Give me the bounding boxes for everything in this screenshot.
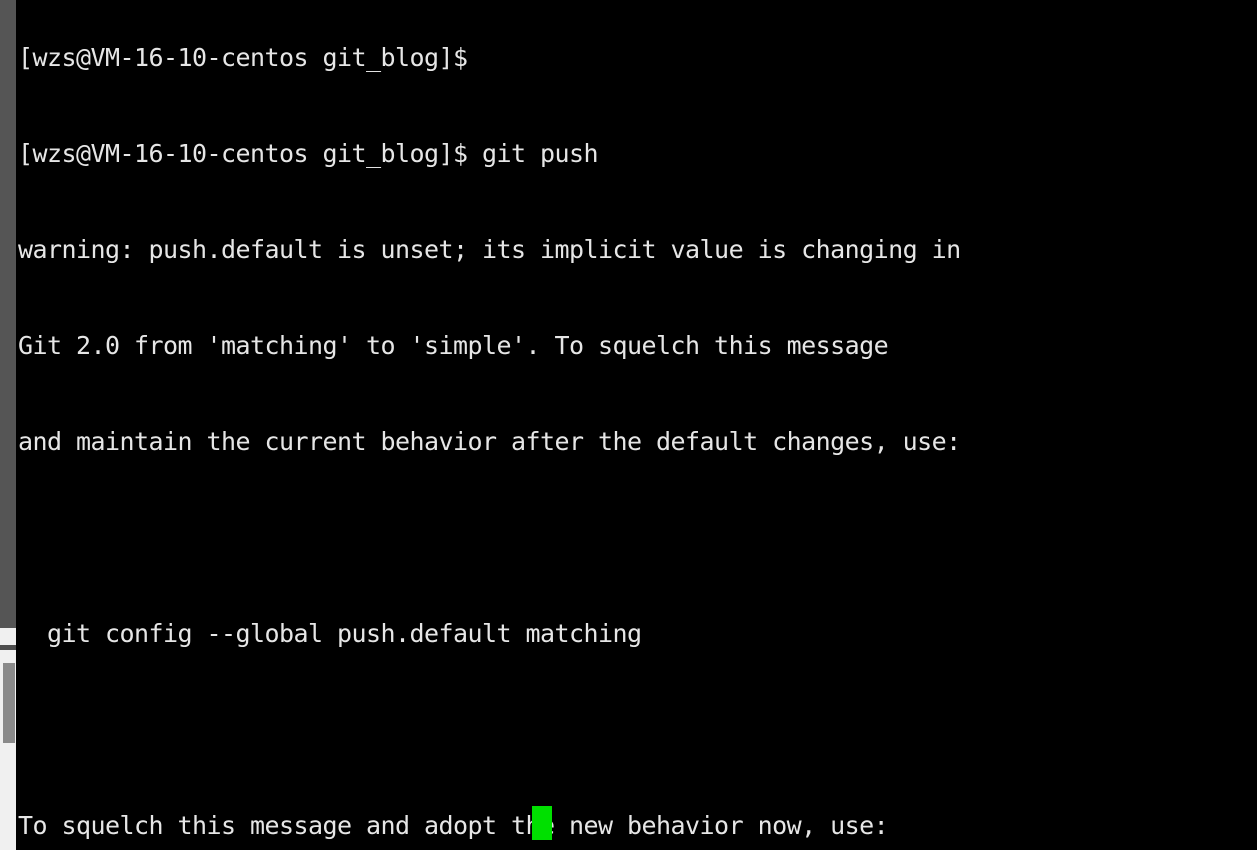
terminal-cursor	[532, 806, 552, 840]
terminal-line-partial-top: [wzs@VM-16-10-centos git_blog]$	[18, 43, 483, 72]
terminal-line-blank-2	[18, 714, 1257, 746]
terminal-line-warning-3: and maintain the current behavior after …	[18, 427, 961, 456]
terminal-line-blank-1	[18, 522, 1257, 554]
terminal-line-warning-2: Git 2.0 from 'matching' to 'simple'. To …	[18, 331, 889, 360]
scrollbar-divider	[0, 645, 16, 650]
scrollbar-thumb-secondary[interactable]	[3, 663, 15, 743]
terminal-output[interactable]: [wzs@VM-16-10-centos git_blog]$ [wzs@VM-…	[18, 0, 1257, 850]
scrollbar-thumb[interactable]	[0, 0, 16, 628]
terminal-line-prompt-command: [wzs@VM-16-10-centos git_blog]$ git push	[18, 139, 599, 168]
terminal-scrollbar[interactable]	[0, 0, 17, 850]
terminal-window: [wzs@VM-16-10-centos git_blog]$ [wzs@VM-…	[0, 0, 1257, 850]
terminal-line-warning-1: warning: push.default is unset; its impl…	[18, 235, 961, 264]
terminal-line-squelch-adopt: To squelch this message and adopt the ne…	[18, 811, 889, 840]
terminal-line-config-matching: git config --global push.default matchin…	[18, 619, 642, 648]
